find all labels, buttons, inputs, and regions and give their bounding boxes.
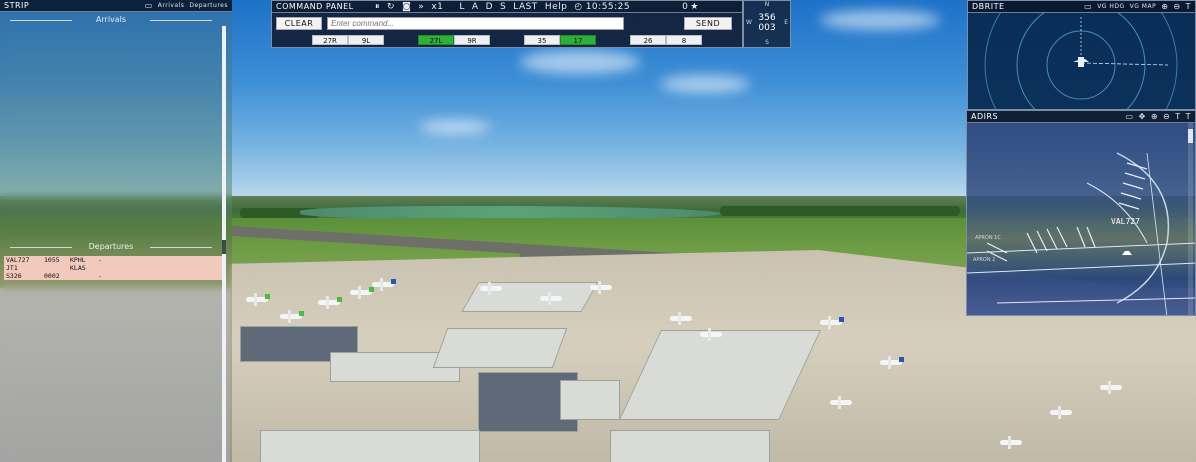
adirs-map-panel: ADIRS ▭ ✥ ⊕ ⊖ T T VAL727 APRON 1C APRON … [966, 110, 1196, 316]
strip-time: 1055 [44, 256, 60, 264]
flight-strip-row[interactable]: S326 0002 - [4, 272, 222, 280]
strip-scrollbar[interactable] [222, 26, 226, 462]
runway-8-button[interactable]: 8 [666, 35, 702, 45]
adirs-title: ADIRS [971, 112, 999, 121]
strip-callsign: VAL727 [6, 256, 30, 264]
vg-map-button[interactable]: VG MAP [1130, 3, 1157, 10]
runway-27r-button[interactable]: 27R [312, 35, 348, 45]
flight-strip-row[interactable]: JT1 KLAS [4, 264, 222, 272]
help-button[interactable]: Help [545, 2, 568, 12]
strip-status: - [98, 256, 102, 264]
arrivals-header: Arrivals [0, 15, 222, 25]
zoom-in-icon[interactable]: ⊕ [1161, 2, 1168, 11]
strip-time [44, 264, 70, 272]
clear-button[interactable]: CLEAR [276, 17, 322, 30]
compass-west: W [746, 19, 752, 26]
radar-scope[interactable] [968, 13, 1196, 110]
move-icon[interactable]: ✥ [1139, 112, 1146, 121]
zoom-in-icon[interactable]: ⊕ [1151, 112, 1158, 121]
pause-icon[interactable]: ⏸ [375, 2, 380, 12]
tab-departures[interactable]: Departures [189, 2, 228, 9]
aircraft-tag[interactable]: VAL727 [1111, 217, 1140, 226]
strip-destination: KLAS [70, 264, 86, 272]
zoom-out-icon[interactable]: ⊖ [1173, 2, 1180, 11]
adirs-title-bar[interactable]: ADIRS ▭ ✥ ⊕ ⊖ T T [967, 111, 1195, 123]
map-label: APRON 1C [975, 235, 1001, 241]
last-button[interactable]: LAST [513, 2, 538, 12]
star-icon: ★ [690, 1, 699, 12]
clock-time: 10:55:25 [585, 1, 631, 12]
command-panel-title-bar[interactable]: COMMAND PANEL ⏸ ↻ ◙ » x1 L A D S LAST He… [272, 1, 742, 13]
runway-35-button[interactable]: 35 [524, 35, 560, 45]
mode-d[interactable]: D [486, 2, 493, 12]
dbrite-title-bar[interactable]: DBRITE ▭ VG HDG VG MAP ⊕ ⊖ T [968, 1, 1195, 13]
window-toggle-icon[interactable]: ▭ [145, 1, 153, 10]
strip-panel: STRIP ▭ Arrivals Departures Arrivals Dep… [0, 0, 232, 462]
adirs-scrollbar[interactable] [1188, 123, 1193, 315]
send-button[interactable]: SEND [684, 17, 732, 30]
text-size-icon[interactable]: T [1186, 2, 1191, 11]
departures-header: Departures [0, 242, 222, 252]
clock-icon: ◴ [574, 1, 583, 12]
adirs-aircraft-icon [1122, 251, 1132, 255]
strip-title: STRIP [4, 1, 30, 10]
fast-forward-icon[interactable]: » [418, 2, 424, 12]
refresh-icon[interactable]: ↻ [387, 2, 395, 12]
map-label: APRON 2 [973, 257, 996, 263]
camera-icon[interactable]: ◙ [402, 2, 411, 12]
strip-destination [70, 272, 98, 280]
runway-9r-button[interactable]: 9R [454, 35, 490, 45]
strip-status [98, 264, 118, 272]
strip-title-bar[interactable]: STRIP ▭ Arrivals Departures [0, 0, 232, 12]
mode-s[interactable]: S [500, 2, 506, 12]
compass-east: E [784, 19, 788, 26]
mode-l[interactable]: L [459, 2, 465, 12]
arrivals-list[interactable] [4, 26, 222, 238]
command-panel-title: COMMAND PANEL [276, 2, 354, 11]
window-toggle-icon[interactable]: ▭ [1084, 2, 1092, 11]
arrivals-scroll-thumb[interactable] [222, 26, 226, 240]
runway-9l-button[interactable]: 9L [348, 35, 384, 45]
strip-callsign: S326 [6, 272, 22, 280]
runway-26-button[interactable]: 26 [630, 35, 666, 45]
command-panel: COMMAND PANEL ⏸ ↻ ◙ » x1 L A D S LAST He… [271, 0, 743, 48]
mode-a[interactable]: A [472, 2, 479, 12]
score-value: 0 [682, 1, 689, 12]
dbrite-radar-panel: DBRITE ▭ VG HDG VG MAP ⊕ ⊖ T [967, 0, 1196, 110]
adirs-ground-map[interactable] [967, 123, 1196, 316]
runway-17-button[interactable]: 17 [560, 35, 596, 45]
sim-rate[interactable]: x1 [431, 2, 443, 12]
compass-south: S [765, 39, 769, 46]
flight-strip-row[interactable]: VAL727 1055 KPHL - [4, 256, 222, 264]
strip-callsign: JT1 [6, 264, 18, 272]
strip-time: 0002 [44, 272, 60, 280]
command-input[interactable] [327, 17, 624, 30]
departures-scroll-thumb[interactable] [222, 254, 226, 462]
strip-destination: KPHL [70, 256, 86, 264]
vg-hdg-button[interactable]: VG HDG [1097, 3, 1124, 10]
tab-arrivals[interactable]: Arrivals [158, 2, 185, 9]
zoom-out-icon[interactable]: ⊖ [1163, 112, 1170, 121]
heading-indicator: N 356 003 S W E [743, 0, 791, 48]
compass-north: N [764, 1, 770, 8]
text-size-small-icon[interactable]: T [1186, 112, 1191, 121]
window-toggle-icon[interactable]: ▭ [1126, 112, 1134, 121]
runway-27l-button[interactable]: 27L [418, 35, 454, 45]
dbrite-title: DBRITE [972, 2, 1005, 11]
runway-selector: 27R 9L 27L 9R 35 17 26 8 [312, 35, 732, 45]
text-size-icon[interactable]: T [1175, 112, 1180, 121]
departures-list: VAL727 1055 KPHL - JT1 KLAS S326 0002 - [4, 256, 222, 280]
strip-status: - [98, 272, 102, 280]
